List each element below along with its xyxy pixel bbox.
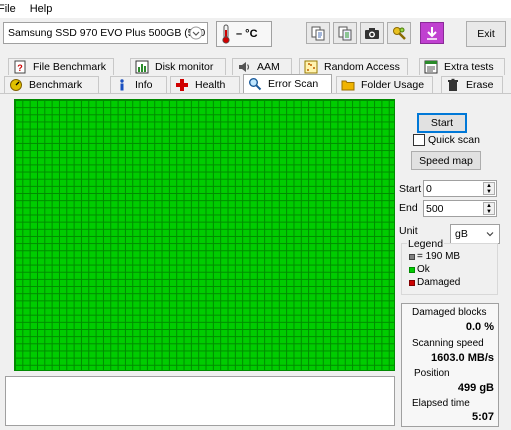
legend-item-block-size: = 190 MB (409, 251, 460, 262)
legend-label: Damaged (417, 277, 461, 288)
legend-swatch (409, 279, 415, 286)
scan-log-area[interactable] (5, 376, 395, 426)
menu-help[interactable]: Help (30, 0, 59, 18)
legend-label: = 190 MB (417, 251, 461, 262)
extra-tests-icon (424, 60, 438, 74)
checkbox-box[interactable] (413, 134, 425, 146)
start-field-label: Start (399, 183, 422, 195)
speed-map-button[interactable]: Speed map (411, 151, 481, 170)
svg-text:?: ? (17, 63, 23, 73)
copy-text-button[interactable] (306, 22, 330, 44)
legend-title: Legend (407, 238, 445, 250)
random-access-icon (304, 60, 318, 74)
tab-file-benchmark[interactable]: ? File Benchmark (8, 58, 114, 75)
speaker-icon (239, 62, 250, 72)
end-field[interactable]: 500 ▲ ▼ (423, 200, 497, 217)
position-value: 499 gB (457, 382, 494, 394)
tab-label: Folder Usage (361, 79, 425, 91)
elapsed-time-value: 5:07 (471, 411, 494, 423)
tools-button[interactable] (387, 22, 411, 44)
start-button[interactable]: Start (417, 113, 467, 133)
tab-label: AAM (257, 61, 280, 73)
scan-block-map (14, 99, 395, 371)
tab-disk-monitor[interactable]: Disk monitor (130, 58, 226, 75)
scan-stats-panel: Damaged blocks 0.0 % Scanning speed 1603… (401, 303, 499, 427)
tab-error-scan[interactable]: Error Scan (243, 74, 332, 93)
copy-all-icon (338, 26, 352, 41)
legend-item-damaged: Damaged (409, 277, 460, 288)
temperature-display: – °C (216, 21, 272, 47)
end-field-value: 500 (426, 202, 444, 215)
quick-scan-checkbox[interactable]: Quick scan (413, 134, 480, 146)
benchmark-icon (10, 79, 22, 91)
tab-label: Info (135, 79, 153, 91)
tab-label: Erase (466, 79, 494, 91)
tab-folder-usage[interactable]: Folder Usage (336, 76, 433, 93)
legend-label: Ok (417, 264, 430, 275)
magnifier-icon (249, 78, 262, 91)
disk-monitor-icon (135, 60, 149, 74)
menu-file[interactable]: File (0, 0, 31, 18)
tab-info[interactable]: Info (110, 76, 167, 93)
quick-scan-label: Quick scan (428, 134, 480, 146)
health-cross-icon (176, 79, 188, 91)
unit-label: Unit (399, 225, 418, 237)
end-field-label: End (399, 202, 418, 214)
file-benchmark-icon: ? (14, 60, 26, 74)
drive-select[interactable]: Samsung SSD 970 EVO Plus 500GB (500 (3, 22, 208, 44)
start-spinner[interactable]: ▲ ▼ (483, 182, 495, 195)
error-scan-panel: Start Quick scan Speed map Start 0 ▲ ▼ En… (0, 93, 511, 430)
tab-benchmark[interactable]: Benchmark (4, 76, 99, 93)
tab-label: Health (195, 79, 226, 91)
scanning-speed-value: 1603.0 MB/s (431, 352, 494, 364)
start-field[interactable]: 0 ▲ ▼ (423, 180, 497, 197)
tab-extra-tests[interactable]: Extra tests (419, 58, 505, 75)
chevron-down-icon (189, 26, 203, 40)
tab-label: Extra tests (444, 61, 494, 73)
position-label: Position (414, 368, 450, 379)
exit-button[interactable]: Exit (466, 21, 506, 47)
tab-label: Disk monitor (155, 61, 214, 73)
toolbar: Samsung SSD 970 EVO Plus 500GB (500 – °C (0, 19, 511, 49)
unit-select-value: gB (455, 228, 468, 240)
drive-select-value: Samsung SSD 970 EVO Plus 500GB (500 (8, 27, 206, 39)
tab-label: Error Scan (268, 78, 319, 90)
unit-select[interactable]: gB (450, 224, 500, 244)
end-spinner[interactable]: ▲ ▼ (483, 202, 495, 215)
damaged-blocks-value: 0.0 % (465, 321, 494, 333)
copy-text-icon (311, 26, 325, 41)
tools-icon (393, 27, 406, 40)
info-icon (120, 79, 124, 91)
tab-label: Benchmark (29, 79, 83, 91)
tab-random-access[interactable]: Random Access (299, 58, 408, 75)
tab-health[interactable]: Health (170, 76, 240, 93)
copy-all-button[interactable] (333, 22, 357, 44)
trash-icon (448, 78, 458, 91)
tab-aam[interactable]: AAM (232, 58, 292, 75)
thermometer-icon (222, 24, 230, 44)
damaged-blocks-label: Damaged blocks (412, 307, 487, 318)
save-arrow-icon (427, 27, 437, 40)
start-field-value: 0 (426, 182, 432, 195)
menu-bar: File Help (0, 0, 511, 18)
screenshot-camera-icon (365, 28, 379, 39)
save-button[interactable] (420, 22, 444, 44)
legend-swatch (409, 266, 415, 273)
temperature-value: – °C (236, 28, 258, 40)
legend-item-ok: Ok (409, 264, 430, 275)
folder-icon (341, 80, 355, 91)
tab-erase[interactable]: Erase (441, 76, 503, 93)
legend-box: Legend = 190 MB Ok Damaged (401, 238, 498, 295)
tab-label: File Benchmark (33, 61, 106, 73)
elapsed-time-label: Elapsed time (412, 398, 470, 409)
tab-label: Random Access (324, 61, 400, 73)
scanning-speed-label: Scanning speed (412, 338, 484, 349)
chevron-down-icon (486, 232, 494, 237)
screenshot-button[interactable] (360, 22, 384, 44)
legend-swatch (409, 253, 415, 260)
